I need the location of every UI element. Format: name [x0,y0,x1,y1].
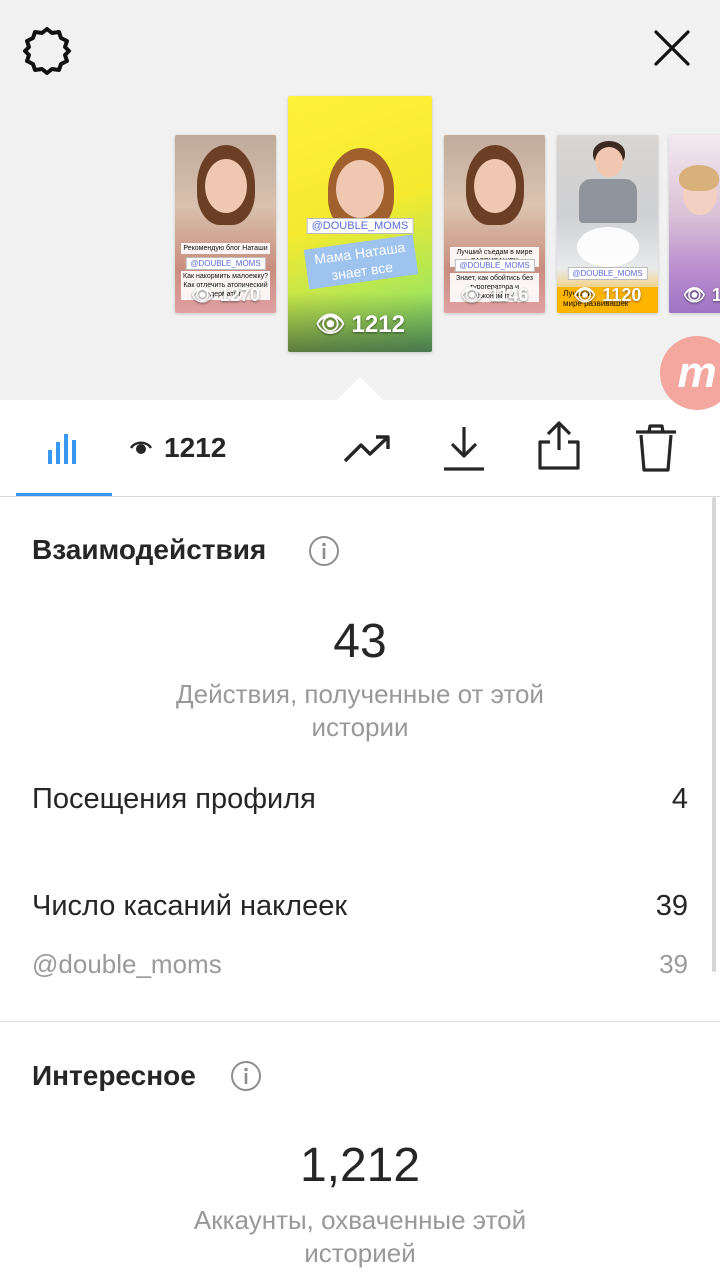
promote-button[interactable] [340,424,396,472]
scrollbar[interactable] [712,497,716,972]
eye-icon: 👁 [683,285,706,305]
eye-icon: 👁 [573,285,597,305]
story-toolbar: 1212 [0,400,720,497]
info-icon[interactable] [230,1060,262,1092]
story-views: 👁 1 [683,285,720,305]
story-mention-tag: @DOUBLE_MOMS [185,257,266,270]
active-tab-indicator [16,493,112,496]
reach-total: 1,212 [299,1139,421,1192]
story-thumbnail[interactable]: Рекомендую блог Наташи @DOUBLE_MOMS Как … [175,135,276,313]
reach-total-desc: Аккаунты, охваченные этой историей [193,1205,527,1268]
story-mention-tag: @DOUBLE_MOMS [454,259,535,272]
trending-up-icon [343,435,390,463]
share-icon [538,421,580,470]
story-strip: Рекомендую блог Наташи @DOUBLE_MOMS Как … [0,0,720,410]
sticker-taps-label: Число касаний наклеек [32,890,348,922]
eye-icon [130,441,152,454]
brand-logo: m [660,336,720,410]
bar-chart-icon [48,434,76,464]
eye-icon: 👁 [191,285,214,305]
delete-button[interactable] [632,420,680,476]
interactions-total-desc: Действия, полученные от этой истории [176,679,544,742]
download-icon [444,427,484,471]
story-views: 👁 1212 [315,310,405,339]
section-divider [0,1021,720,1022]
story-thumbnail-selected[interactable]: @DOUBLE_MOMS Мама Наташа знает все 👁 121… [288,96,432,352]
eye-icon: 👁 [315,311,346,338]
download-button[interactable] [440,420,488,476]
share-button[interactable] [534,418,584,474]
story-views: 👁 1120 [573,285,642,305]
interactions-total: 43 [333,615,387,668]
eye-icon: 👁 [460,285,484,305]
interactions-title: Взаимодействия [32,534,267,565]
story-views: 👁 1146 [460,285,529,305]
story-caption: Мама Наташа знает все [303,234,419,290]
trash-icon [636,424,676,472]
story-thumbnail[interactable]: @DOUBLE_MOMS Лучший мире развивашек 👁 11… [557,135,658,313]
gear-icon[interactable] [20,24,74,78]
discovery-title: Интересное [32,1060,196,1091]
tab-insights[interactable] [16,400,112,496]
story-mention-tag: @DOUBLE_MOMS [567,267,648,280]
sticker-taps-value: 39 [655,890,688,922]
profile-visits-label: Посещения профиля [32,783,316,815]
sticker-mention-value: 39 [659,949,688,979]
sticker-mention-label[interactable]: @double_moms [32,949,222,980]
views-count: 1212 [130,400,226,496]
story-mention-tag: @DOUBLE_MOMS [306,218,414,234]
story-thumbnail[interactable]: Лучший съедам в мире РАЗВИВАШЕК @DOUBLE_… [444,135,545,313]
info-icon[interactable] [308,535,340,567]
story-thumbnail[interactable]: 👁 1 [669,135,720,313]
profile-visits-value: 4 [671,783,688,815]
story-views: 👁 1270 [191,285,260,305]
selection-pointer [336,377,384,401]
story-caption: Рекомендую блог Наташи [181,243,270,254]
views-value: 1212 [164,432,227,463]
close-icon[interactable] [648,24,696,72]
